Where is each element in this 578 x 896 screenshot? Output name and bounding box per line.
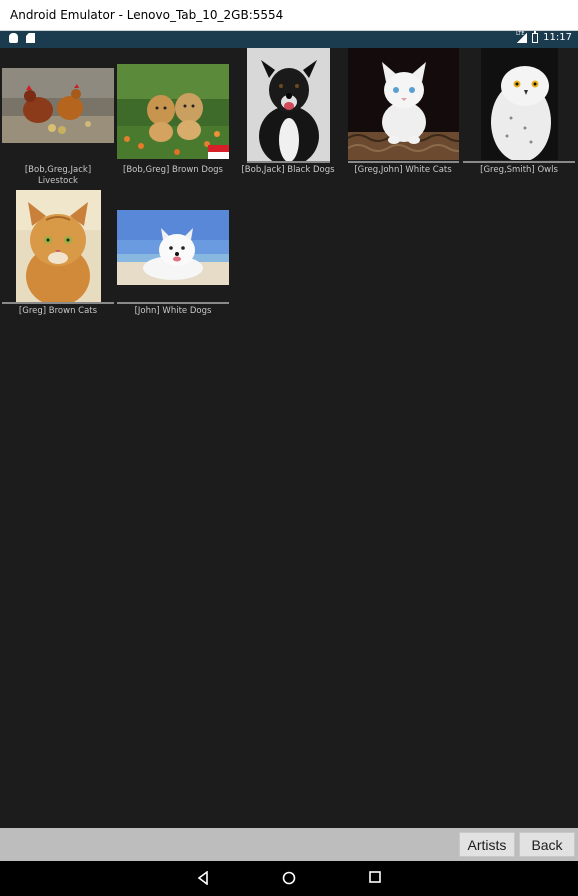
- thumbnail-underline: [463, 161, 575, 163]
- android-navigation-bar: [0, 861, 578, 896]
- album-caption: [Greg] Brown Cats: [18, 306, 98, 316]
- album-caption: [Bob,Greg] Brown Dogs: [123, 165, 223, 175]
- flag-icon: [208, 145, 229, 159]
- album-thumbnail[interactable]: [247, 48, 330, 163]
- nav-home-icon[interactable]: [282, 871, 296, 885]
- thumbnail-underline: [2, 302, 114, 304]
- thumbnail-underline: [348, 161, 459, 163]
- artists-button[interactable]: Artists: [459, 832, 515, 857]
- album-caption: [Bob,Greg,Jack] Livestock: [2, 165, 114, 187]
- back-button[interactable]: Back: [519, 832, 575, 857]
- album-thumbnail[interactable]: [16, 190, 101, 302]
- album-caption-line2: Livestock: [38, 176, 78, 186]
- status-time: 11:17: [543, 32, 572, 43]
- window-title: Android Emulator - Lenovo_Tab_10_2GB:555…: [10, 8, 284, 22]
- thumbnail-underline: [117, 302, 229, 304]
- sd-card-icon: [26, 33, 35, 43]
- signal-icon: LTE: [516, 30, 528, 43]
- album-caption: [Greg,John] White Cats: [354, 165, 452, 175]
- nav-back-icon[interactable]: [196, 871, 210, 885]
- album-thumbnail[interactable]: [348, 48, 459, 160]
- thumbnail-underline: [247, 161, 330, 163]
- album-caption: [Greg,Smith] Owls: [480, 165, 558, 175]
- android-notification-icon: [9, 33, 18, 43]
- network-type: LTE: [516, 30, 525, 37]
- album-caption-line1: [Bob,Greg,Jack]: [24, 165, 92, 175]
- emulator-title-bar: Android Emulator - Lenovo_Tab_10_2GB:555…: [0, 0, 578, 31]
- album-thumbnail[interactable]: [2, 68, 114, 143]
- album-caption: [John] White Dogs: [134, 306, 212, 316]
- album-thumbnail[interactable]: [117, 210, 229, 285]
- album-thumbnail[interactable]: [481, 48, 558, 160]
- android-status-bar: LTE 11:17: [0, 30, 578, 48]
- battery-icon: [532, 30, 539, 43]
- nav-recents-icon[interactable]: [369, 871, 381, 883]
- album-caption: [Bob,Jack] Black Dogs: [241, 165, 335, 175]
- action-bar: Artists Back: [0, 828, 578, 861]
